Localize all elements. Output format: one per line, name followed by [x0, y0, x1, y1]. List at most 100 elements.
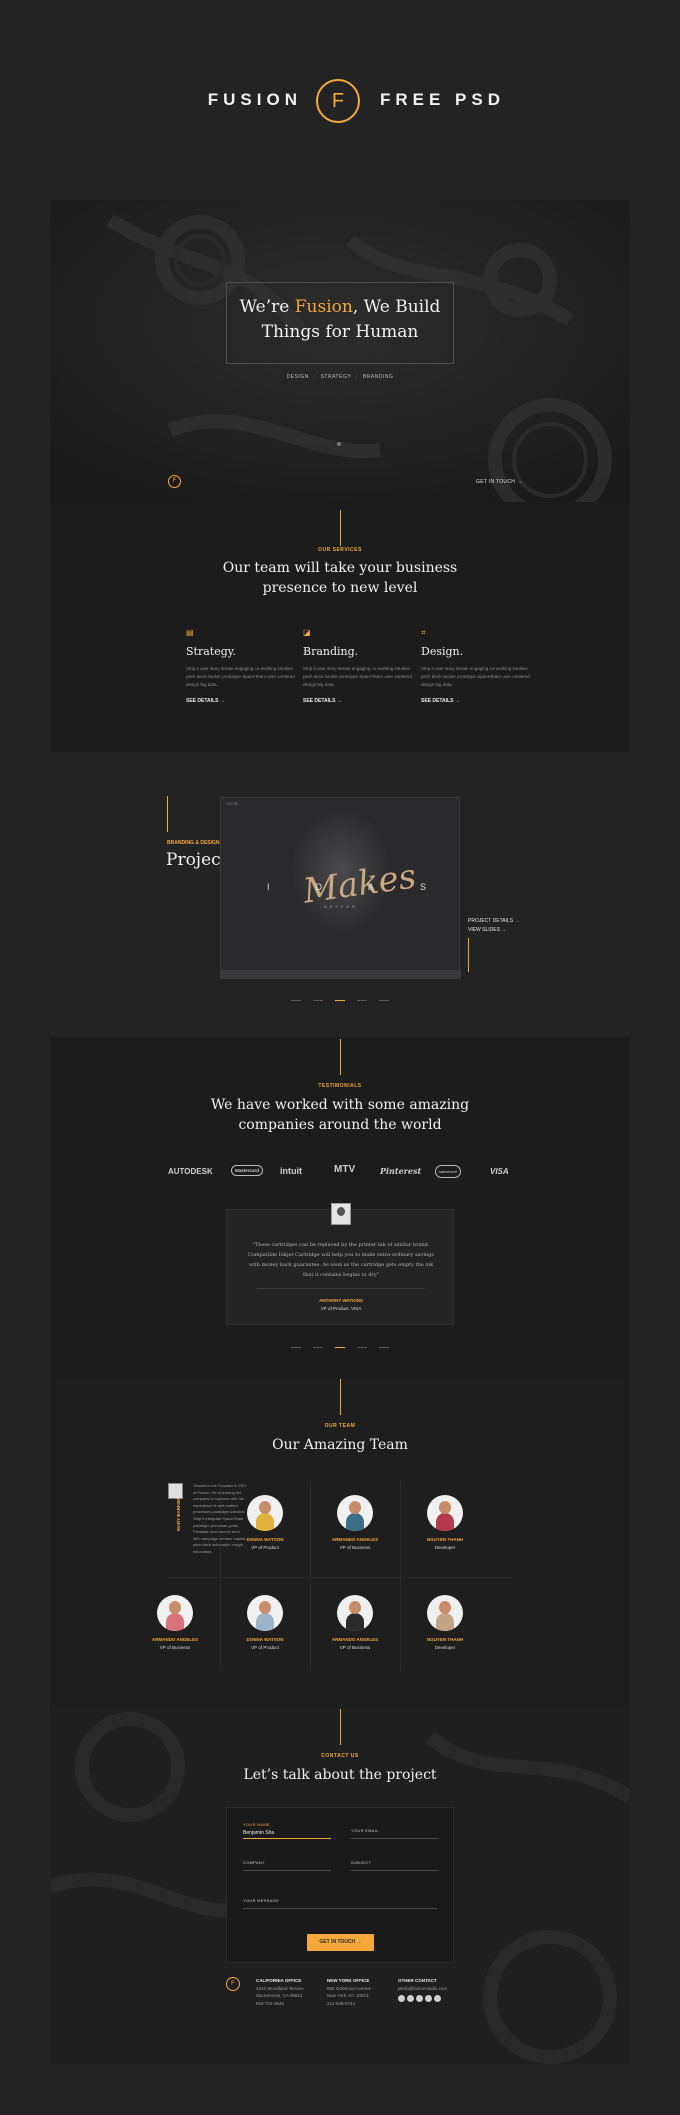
pinterest-logo: Pinterest [380, 1166, 422, 1176]
fusion-logo-icon: F [316, 79, 360, 123]
team-member-photo [427, 1495, 463, 1531]
team-member-name: ARMANDO ANGELES [331, 1537, 379, 1542]
service-card-strategy: ▤ Strategy. Strip it user story iterate … [186, 628, 296, 704]
slider-dot[interactable] [291, 1000, 301, 1002]
mastercard-logo: Mastercard [231, 1165, 264, 1176]
team-member-photo [247, 1495, 283, 1531]
hero-tag-strategy[interactable]: STRATEGY [316, 374, 357, 380]
team-member-photo [247, 1595, 283, 1631]
slider-dot[interactable] [357, 1000, 367, 1002]
slider-dot[interactable] [379, 1000, 389, 1002]
office-phone: 916-722-3646 [256, 2000, 285, 2006]
team-title: Our Amazing Team [272, 1437, 408, 1453]
testimonial-slider-dots [50, 1339, 630, 1357]
hero-logo-icon[interactable]: F [168, 475, 181, 488]
get-in-touch-button[interactable]: GET IN TOUCH → [307, 1934, 374, 1951]
scroll-indicator[interactable] [337, 442, 341, 446]
hero-title-accent: Fusion [294, 297, 353, 317]
team-member-card[interactable]: NGUYEN THANH Developer [400, 1595, 490, 1650]
team-member-card[interactable]: ARMANDO ANGELES VP of Business [310, 1595, 400, 1650]
hero-title-line2: Things for Human [261, 322, 419, 342]
other-contact: OTHER CONTACT jakob@fusionstudio.com [398, 1977, 447, 2005]
social-links [398, 1995, 447, 2005]
view-slides-link[interactable]: VIEW SLIDES → [468, 926, 520, 935]
service-see-details-link[interactable]: SEE DETAILS → [421, 698, 531, 704]
email-field[interactable]: YOUR EMAIL [351, 1822, 439, 1839]
hero-section: We’re Fusion, We Build Things for Human … [50, 200, 630, 502]
subject-label: SUBJECT [351, 1860, 372, 1865]
testimonial-avatar [331, 1203, 351, 1225]
name-field[interactable]: YOUR NAME Benjamin Sha [243, 1822, 331, 1839]
office-address-line: 882 Oakwood Avenue [327, 1985, 371, 1991]
team-member-role: VP of Business [339, 1545, 371, 1550]
project-details-link[interactable]: PROJECT DETAILS → [468, 917, 520, 926]
testimonials-section: TESTIMONIALS We have worked with some am… [50, 1037, 630, 1377]
contact-email-link[interactable]: jakob@fusionstudio.com [398, 1985, 447, 1993]
project-preview-image[interactable]: OCTA Makes IDAS DEFFER [220, 797, 461, 979]
team-member-role: VP of Product [251, 1645, 279, 1650]
company-field[interactable]: COMPANY [243, 1854, 331, 1871]
team-member-photo [337, 1495, 373, 1531]
team-member-name: NGUYEN THANH [426, 1537, 464, 1542]
subject-field[interactable]: SUBJECT [351, 1854, 439, 1871]
hero-get-in-touch-link[interactable]: GET IN TOUCH → [476, 479, 522, 485]
team-member-card[interactable]: DONNA WATSON VP of Product [220, 1595, 310, 1650]
slider-dot[interactable] [291, 1347, 301, 1349]
slider-dot[interactable] [357, 1347, 367, 1349]
team-kicker: OUR TEAM [324, 1423, 356, 1429]
office-phone: 212-646-5744 [327, 2000, 356, 2006]
section-accent-line [340, 1709, 341, 1745]
hero-tag-branding[interactable]: BRANDING [358, 374, 398, 380]
footer-logo-icon[interactable]: F [226, 1977, 240, 1991]
message-label: YOUR MESSAGE [243, 1898, 280, 1903]
slider-dot[interactable] [313, 1000, 323, 1002]
testimonials-title: We have worked with some amazing compani… [50, 1095, 630, 1135]
visa-logo: VISA [490, 1167, 509, 1176]
slider-dot-active[interactable] [335, 1000, 345, 1002]
service-description: Strip it user story iterate engaging co-… [303, 666, 412, 687]
brand-tagline: FREE PSD [380, 90, 506, 109]
service-title: Branding. [303, 645, 359, 658]
testimonial-divider [257, 1288, 425, 1289]
team-member-card[interactable]: NGUYEN THANH Developer [400, 1495, 490, 1550]
twitter-icon[interactable] [407, 1995, 414, 2003]
services-title-line1: Our team will take your business [222, 560, 458, 576]
service-description: Strip it user story iterate engaging co-… [186, 666, 295, 687]
team-member-card[interactable]: DONNA WATSON VP of Product [220, 1495, 310, 1550]
service-see-details-link[interactable]: SEE DETAILS → [303, 698, 413, 704]
brand-header: FUSION F FREE PSD [0, 79, 680, 123]
testimonials-title-line1: We have worked with some amazing [210, 1097, 470, 1113]
project-right-accent-line [468, 938, 469, 972]
behance-icon[interactable] [425, 1995, 432, 2003]
team-member-photo [427, 1595, 463, 1631]
service-title: Strategy. [186, 645, 236, 658]
team-member-card[interactable]: ARMANDO ANGELES VP of Business [130, 1595, 220, 1650]
hero-tags: DESIGN | STRATEGY | BRANDING [50, 374, 630, 380]
office-address-line: 4243 Woodland Terrace [256, 1985, 304, 1991]
branding-icon: ◪ [303, 628, 311, 637]
message-field[interactable]: YOUR MESSAGE [243, 1892, 437, 1909]
team-member-name: DONNA WATSON [246, 1637, 284, 1642]
project-links: PROJECT DETAILS → VIEW SLIDES → [468, 917, 520, 935]
contact-kicker: CONTACT US [321, 1753, 359, 1759]
new-york-office: NEW YORK OFFICE 882 Oakwood Avenue New Y… [327, 1977, 371, 2007]
team-member-role: Developer [434, 1645, 456, 1650]
instagram-icon[interactable] [434, 1995, 441, 2003]
service-card-design: ⌗ Design. Strip it user story iterate en… [421, 628, 531, 704]
team-member-name: ARMANDO ANGELES [331, 1637, 379, 1642]
office-heading: CALIFORNIA OFFICE [256, 1978, 302, 1983]
salesforce-logo: salesforce [435, 1165, 462, 1178]
hero-tag-design[interactable]: DESIGN [282, 374, 314, 380]
testimonials-title-line2: companies around the world [238, 1117, 442, 1133]
service-title: Design. [421, 645, 464, 658]
team-member-role: VP of Business [159, 1645, 191, 1650]
facebook-icon[interactable] [398, 1995, 405, 2003]
slider-dot[interactable] [313, 1347, 323, 1349]
project-section: BRANDING & DESIGN Project One OCTA Makes… [50, 752, 630, 1037]
team-member-card[interactable]: ARMANDO ANGELES VP of Business [310, 1495, 400, 1550]
founder-name: MARY BARKER [176, 1497, 181, 1531]
dribbble-icon[interactable] [416, 1995, 423, 2003]
slider-dot[interactable] [379, 1347, 389, 1349]
service-see-details-link[interactable]: SEE DETAILS → [186, 698, 296, 704]
slider-dot-active[interactable] [335, 1347, 345, 1349]
